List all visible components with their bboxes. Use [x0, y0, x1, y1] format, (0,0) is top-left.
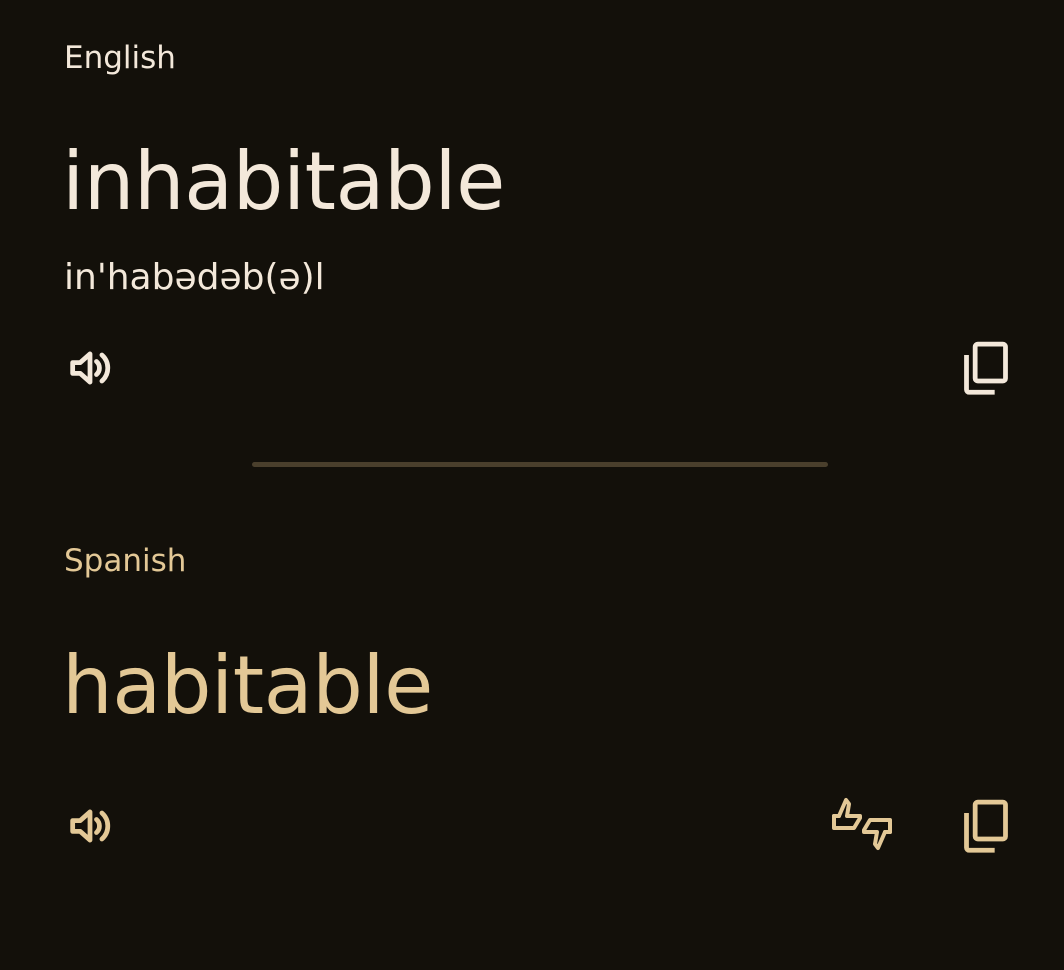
target-copy-button[interactable] [958, 796, 1014, 856]
rate-translation-button[interactable] [826, 790, 898, 862]
source-phonetic: in'habədəb(ə)l [64, 257, 325, 298]
translation-screen: English inhabitable in'habədəb(ə)l Spani… [0, 0, 1064, 970]
section-divider [252, 462, 828, 467]
target-text[interactable]: habitable [62, 638, 433, 734]
source-text[interactable]: inhabitable [62, 134, 505, 230]
target-speak-button[interactable] [62, 798, 118, 854]
source-language-label: English [64, 40, 176, 76]
speaker-icon [64, 800, 116, 852]
target-language-label: Spanish [64, 543, 187, 579]
source-copy-button[interactable] [958, 338, 1014, 398]
copy-icon [960, 339, 1012, 397]
copy-icon [960, 797, 1012, 855]
thumbs-up-down-icon [828, 792, 896, 860]
source-speak-button[interactable] [62, 340, 118, 396]
speaker-icon [64, 342, 116, 394]
